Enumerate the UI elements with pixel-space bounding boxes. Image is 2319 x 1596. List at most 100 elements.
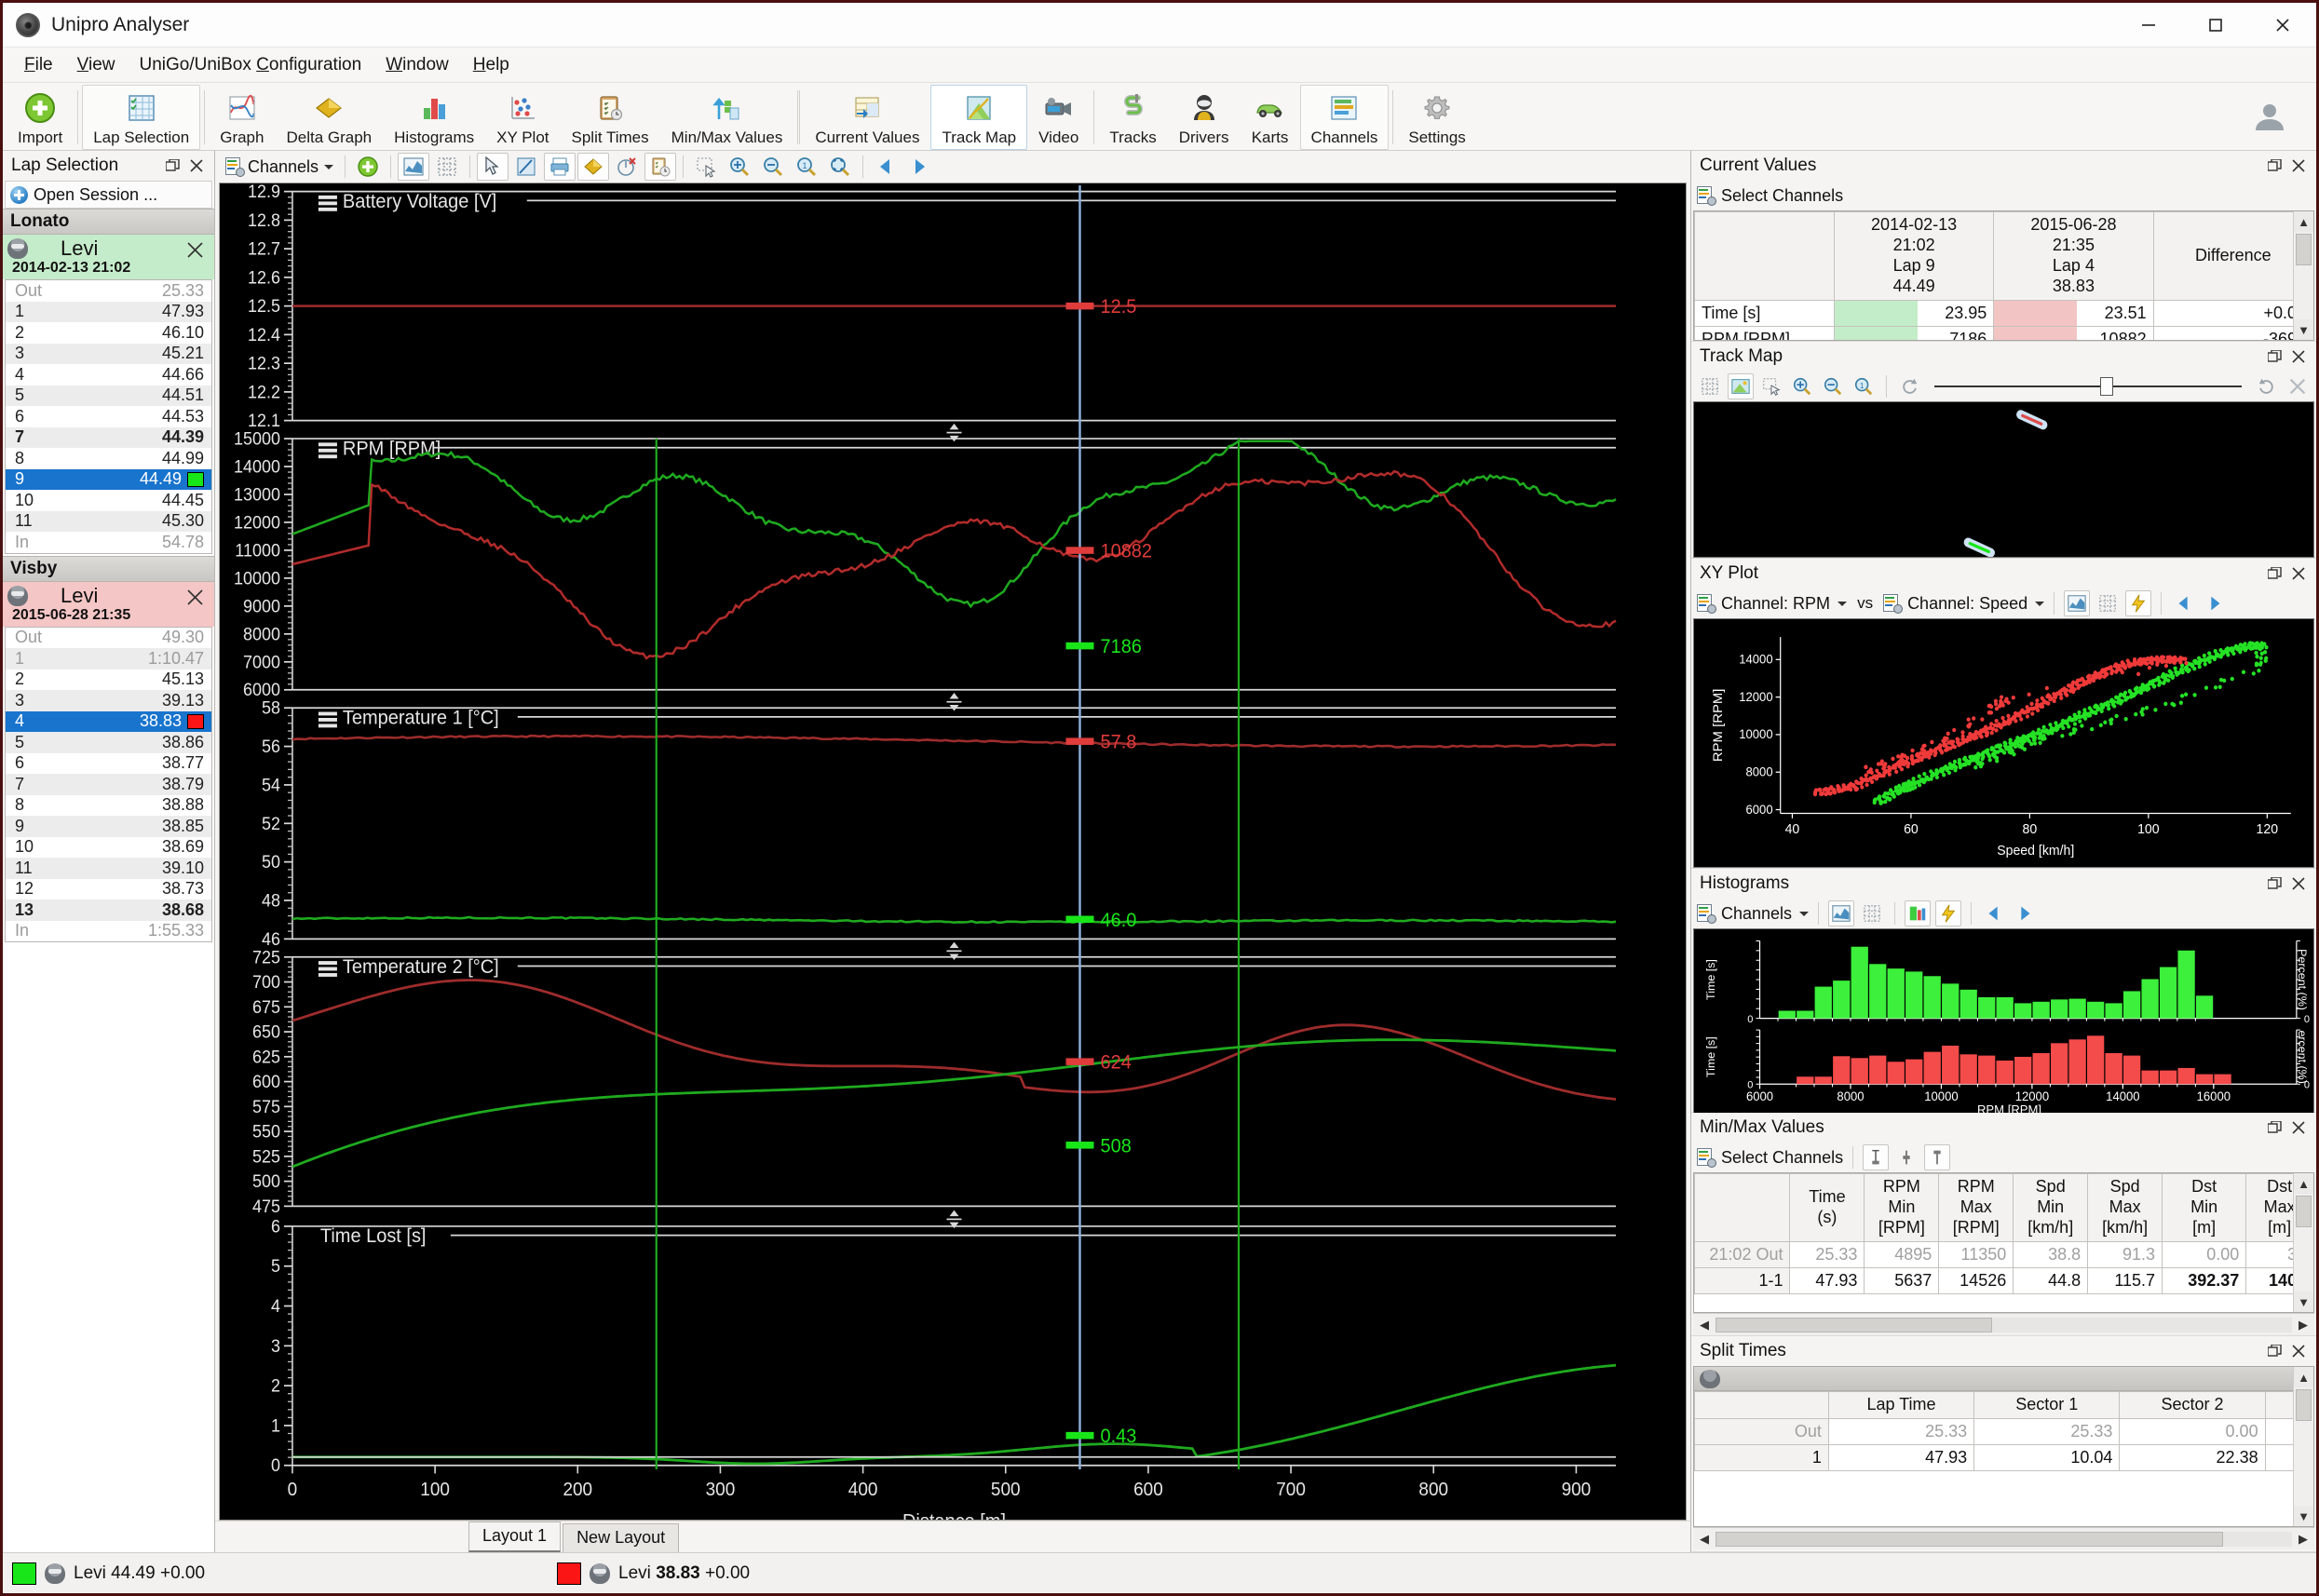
float-icon[interactable] bbox=[2262, 345, 2286, 369]
lap-row[interactable]: 738.79 bbox=[6, 774, 211, 795]
column-header[interactable]: Time(s) bbox=[1790, 1174, 1865, 1242]
ribbon-settings-button[interactable]: Settings bbox=[1397, 85, 1476, 150]
close-icon[interactable] bbox=[2286, 1339, 2311, 1363]
lap-row[interactable]: 438.83 bbox=[6, 711, 211, 733]
session-header-1[interactable]: Levi 2014-02-13 21:02 bbox=[3, 235, 214, 279]
minmax-select-channels-button[interactable]: Select Channels bbox=[1721, 1148, 1843, 1168]
column-header[interactable]: RPMMax[RPM] bbox=[1939, 1174, 2014, 1242]
lap-row[interactable]: 1145.30 bbox=[6, 511, 211, 533]
xy-plot-canvas[interactable]: 60008000100001200014000406080100120Speed… bbox=[1693, 618, 2314, 868]
graph-show-plot-button[interactable] bbox=[398, 153, 429, 181]
track-map-canvas[interactable] bbox=[1693, 401, 2314, 558]
lap-row[interactable]: 538.86 bbox=[6, 732, 211, 753]
lap-row[interactable]: 944.49 bbox=[6, 469, 211, 491]
xy-channel-x-select[interactable]: Channel: RPM bbox=[1721, 594, 1830, 614]
scroll-down-icon[interactable]: ▼ bbox=[2294, 1506, 2313, 1526]
trackmap-rotation-slider[interactable] bbox=[1927, 377, 2249, 396]
tab-new-layout[interactable]: New Layout bbox=[563, 1523, 679, 1552]
column-header[interactable]: RPMMin[RPM] bbox=[1865, 1174, 1939, 1242]
session-close-icon[interactable] bbox=[186, 240, 205, 266]
lap-row[interactable]: 444.66 bbox=[6, 364, 211, 385]
column-header[interactable]: SpdMin[km/h] bbox=[2014, 1174, 2088, 1242]
lap-row[interactable]: 339.13 bbox=[6, 690, 211, 711]
trackmap-rotate-button[interactable] bbox=[1896, 373, 1922, 399]
minmax-scrollbar[interactable]: ▲ ▼ bbox=[2293, 1173, 2313, 1312]
float-icon[interactable] bbox=[2262, 872, 2286, 896]
table-row[interactable]: Out25.3325.330.00 bbox=[1695, 1418, 2313, 1444]
column-header[interactable]: Lap Time bbox=[1828, 1392, 1973, 1419]
ribbon-split-times-button[interactable]: Split Times bbox=[561, 85, 660, 150]
xy-show-grid-button[interactable] bbox=[2095, 590, 2121, 616]
hist-next-button[interactable] bbox=[2012, 900, 2038, 926]
graph-print-button[interactable] bbox=[544, 153, 576, 181]
trackmap-zoom-100-button[interactable]: 1 bbox=[1851, 373, 1877, 399]
ribbon-histograms-button[interactable]: Histograms bbox=[383, 85, 485, 150]
select-channels-button[interactable]: Select Channels bbox=[1721, 186, 1843, 206]
scroll-left-icon[interactable]: ◀ bbox=[1693, 1532, 1716, 1547]
graph-cursor-tool-button[interactable] bbox=[477, 153, 509, 181]
lap-row[interactable]: 838.88 bbox=[6, 795, 211, 817]
table-row[interactable]: 21:02 Out25.3348951135038.891.30.0039 bbox=[1695, 1241, 2313, 1267]
float-icon[interactable] bbox=[2262, 561, 2286, 586]
xy-prev-button[interactable] bbox=[2171, 590, 2197, 616]
float-icon[interactable] bbox=[2262, 1116, 2286, 1140]
graph-channels-button[interactable]: Channels bbox=[221, 155, 338, 180]
scroll-track[interactable] bbox=[1716, 1318, 2292, 1332]
lap-row[interactable]: 246.10 bbox=[6, 322, 211, 344]
lap-row[interactable]: In54.78 bbox=[6, 532, 211, 553]
lap-row[interactable]: In1:55.33 bbox=[6, 921, 211, 942]
graph-canvas[interactable]: 12.912.812.712.612.512.412.312.212.1Batt… bbox=[219, 183, 1687, 1521]
user-account-button[interactable] bbox=[2251, 85, 2312, 150]
scroll-down-icon[interactable]: ▼ bbox=[2294, 319, 2313, 340]
graph-prev-lap-button[interactable] bbox=[870, 153, 902, 181]
menu-item-window[interactable]: Window bbox=[373, 51, 461, 79]
ribbon-tracks-button[interactable]: Tracks bbox=[1098, 85, 1167, 150]
split-times-scrollbar[interactable]: ▲ ▼ bbox=[2293, 1367, 2313, 1526]
scroll-down-icon[interactable]: ▼ bbox=[2294, 1292, 2313, 1312]
current-values-scrollbar[interactable]: ▲ ▼ bbox=[2293, 211, 2313, 340]
lap-row[interactable]: 1238.73 bbox=[6, 879, 211, 900]
lap-row[interactable]: 147.93 bbox=[6, 302, 211, 323]
hist-lightning-button[interactable] bbox=[1935, 900, 1961, 926]
minmax-minmax-button[interactable] bbox=[1863, 1144, 1889, 1170]
float-icon[interactable] bbox=[2262, 154, 2286, 178]
table-row[interactable]: 147.9310.0422.38 bbox=[1695, 1444, 2313, 1470]
ribbon-drivers-button[interactable]: Drivers bbox=[1168, 85, 1241, 150]
lap-row[interactable]: Out25.33 bbox=[6, 280, 211, 302]
scroll-thumb[interactable] bbox=[2296, 234, 2312, 265]
float-icon[interactable] bbox=[160, 154, 184, 178]
open-session-button[interactable]: Open Session ... bbox=[5, 181, 212, 209]
lap-list-session-1[interactable]: Out25.33147.93246.10345.21444.66544.5164… bbox=[5, 279, 212, 554]
close-icon[interactable] bbox=[2286, 154, 2311, 178]
table-row[interactable]: 1-147.9356371452644.8115.7392.371406 bbox=[1695, 1267, 2313, 1293]
close-icon[interactable] bbox=[2286, 561, 2311, 586]
lap-row[interactable]: 644.53 bbox=[6, 406, 211, 427]
graph-edit-button[interactable] bbox=[510, 153, 542, 181]
tab-layout-1[interactable]: Layout 1 bbox=[468, 1522, 561, 1552]
lap-list-session-2[interactable]: Out49.3011:10.47245.13339.13438.83538.86… bbox=[5, 627, 212, 943]
scroll-thumb[interactable] bbox=[2296, 1196, 2312, 1227]
graph-delta-button[interactable] bbox=[577, 153, 609, 181]
trackmap-clear-button[interactable] bbox=[2285, 373, 2311, 399]
scroll-thumb[interactable] bbox=[1716, 1532, 2223, 1547]
lap-row[interactable]: 245.13 bbox=[6, 670, 211, 691]
hist-color-button[interactable] bbox=[1905, 900, 1931, 926]
graph-lap-info-button[interactable] bbox=[644, 153, 676, 181]
slider-thumb[interactable] bbox=[2100, 377, 2113, 396]
lap-row[interactable]: 544.51 bbox=[6, 385, 211, 407]
graph-zoom-in-button[interactable] bbox=[724, 153, 755, 181]
scroll-track[interactable] bbox=[1716, 1532, 2292, 1547]
scroll-right-icon[interactable]: ▶ bbox=[2292, 1318, 2314, 1332]
column-header[interactable]: Sector 1 bbox=[1974, 1392, 2120, 1419]
close-icon[interactable] bbox=[2286, 345, 2311, 369]
scroll-right-icon[interactable]: ▶ bbox=[2292, 1532, 2314, 1547]
ribbon-current-values-button[interactable]: Current Values bbox=[804, 85, 930, 150]
xy-lightning-button[interactable] bbox=[2125, 590, 2151, 616]
lap-row[interactable]: 1338.68 bbox=[6, 899, 211, 921]
minmax-hscrollbar[interactable]: ◀ ▶ bbox=[1693, 1313, 2314, 1335]
trackmap-image-button[interactable] bbox=[1728, 373, 1754, 399]
ribbon-graph-button[interactable]: Graph bbox=[209, 85, 275, 150]
chevron-down-icon[interactable] bbox=[324, 165, 333, 169]
session-header-2[interactable]: Levi 2015-06-28 21:35 bbox=[3, 582, 214, 627]
trackmap-select-button[interactable] bbox=[1758, 373, 1784, 399]
